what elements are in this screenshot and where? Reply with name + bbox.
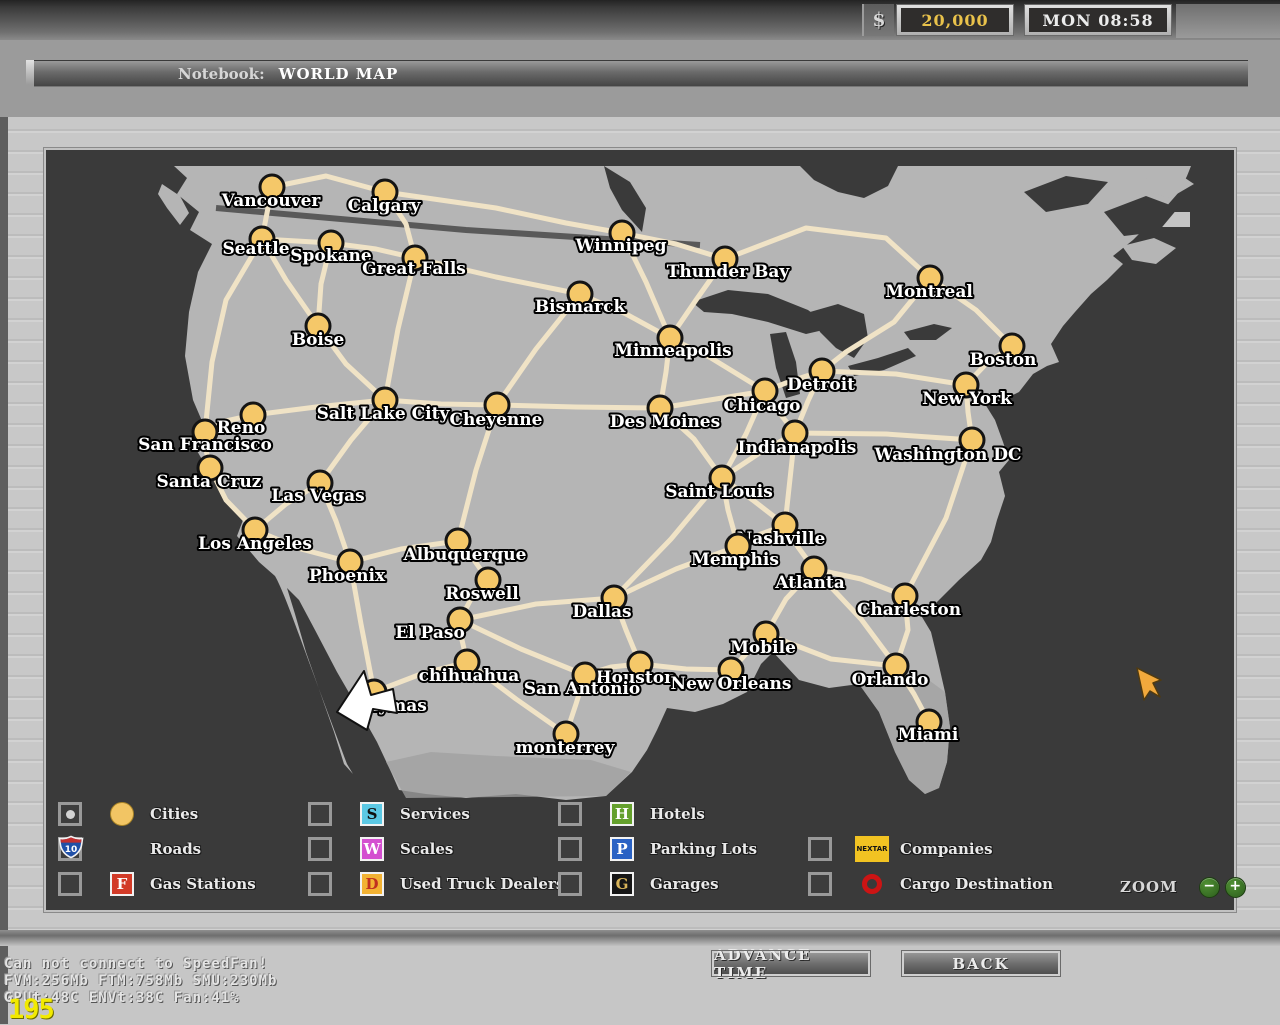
checkbox-scales[interactable] [308, 837, 332, 861]
legend-icon-slot: D [354, 872, 390, 896]
legend-item-cities: Cities [58, 800, 198, 828]
checkbox-cargo-destination[interactable] [808, 872, 832, 896]
legend-icon-slot: S [354, 802, 390, 826]
legend-item-services: S Services [308, 800, 470, 828]
legend-label-cities: Cities [150, 805, 198, 823]
legend-item-parking-lots: P Parking Lots [558, 835, 757, 863]
legend-item-garages: G Garages [558, 870, 719, 898]
legend-label-hotels: Hotels [650, 805, 705, 823]
notebook-header-bar: Notebook: WORLD MAP [34, 60, 1248, 87]
legend-icon-slot: P [604, 837, 640, 861]
legend-item-scales: W Scales [308, 835, 453, 863]
legend-icon-slot: H [604, 802, 640, 826]
zoom-label: ZOOM [1120, 878, 1178, 896]
debug-line-2: FVM:256Mb FTM:758Mb SMU:230Mb [4, 973, 277, 989]
top-hud-bar: $ 20,000 MON 08:58 [0, 0, 1280, 40]
legend-item-used-truck-dealers: D Used Truck Dealers [308, 870, 564, 898]
legend-label-garages: Garages [650, 875, 719, 893]
legend-item-cargo-destination: Cargo Destination [808, 870, 1053, 898]
nextar-logo-icon: NEXTAR [855, 836, 889, 862]
checkbox-garages[interactable] [558, 872, 582, 896]
cargo-ring-icon [862, 874, 882, 894]
legend-label-used-truck-dealers: Used Truck Dealers [400, 875, 564, 893]
world-map-panel[interactable]: VancouverCalgarySeattleSpokaneGreat Fall… [44, 148, 1236, 912]
legend-icon-slot: NEXTAR [854, 836, 890, 862]
hotel-icon: H [610, 802, 634, 826]
legend-icon-slot [854, 874, 890, 894]
back-button[interactable]: BACK [902, 951, 1060, 976]
interstate-shield-icon: 10 [58, 835, 84, 859]
scales-icon: W [360, 837, 384, 861]
legend-icon-slot [104, 802, 140, 826]
checkbox-companies[interactable] [808, 837, 832, 861]
legend-item-gas-stations: F Gas Stations [58, 870, 256, 898]
legend-label-companies: Companies [900, 840, 993, 858]
parking-icon: P [610, 837, 634, 861]
legend-label-parking-lots: Parking Lots [650, 840, 757, 858]
dollar-icon: $ [862, 4, 894, 36]
legend-label-cargo-destination: Cargo Destination [900, 875, 1053, 893]
bottom-divider [0, 930, 1280, 946]
checkbox-checked-dot [66, 810, 75, 819]
legend-item-roads: 10 Roads [58, 835, 201, 863]
top-bar-right-tab [1176, 4, 1280, 38]
page-title: WORLD MAP [279, 65, 399, 83]
money-value: 20,000 [921, 11, 988, 30]
legend-icon-slot: F [104, 872, 140, 896]
garage-icon: G [610, 872, 634, 896]
checkbox-used-truck-dealers[interactable] [308, 872, 332, 896]
datetime-value: MON 08:58 [1042, 11, 1153, 30]
legend-icon-slot: G [604, 872, 640, 896]
fuel-icon: F [110, 872, 134, 896]
svg-text:10: 10 [65, 845, 78, 855]
notebook-label: Notebook: [178, 65, 265, 83]
money-panel: 20,000 [896, 4, 1014, 36]
dealer-icon: D [360, 872, 384, 896]
checkbox-hotels[interactable] [558, 802, 582, 826]
legend-label-roads: Roads [150, 840, 201, 858]
checkbox-gas-stations[interactable] [58, 872, 82, 896]
checkbox-services[interactable] [308, 802, 332, 826]
time-panel: MON 08:58 [1024, 4, 1172, 36]
services-icon: S [360, 802, 384, 826]
map-legend: Cities 10 Roads F Gas Stations S Services W Scal… [46, 150, 1234, 910]
legend-icon-slot: W [354, 837, 390, 861]
legend-item-companies: NEXTAR Companies [808, 835, 993, 863]
advance-time-button[interactable]: ADVANCE TIME [712, 951, 870, 976]
debug-line-1: Can not connect to SpeedFan! [4, 956, 268, 972]
legend-label-services: Services [400, 805, 470, 823]
fps-counter: 195 [8, 994, 54, 1025]
left-edge-strip [0, 8, 8, 1024]
legend-item-hotels: H Hotels [558, 800, 705, 828]
notebook-bar-cap [26, 60, 34, 85]
zoom-control: ZOOM − + [1120, 874, 1246, 900]
legend-label-scales: Scales [400, 840, 453, 858]
legend-label-gas-stations: Gas Stations [150, 875, 256, 893]
checkbox-parking-lots[interactable] [558, 837, 582, 861]
checkbox-cities[interactable] [58, 802, 82, 826]
city-dot-icon [110, 802, 134, 826]
zoom-in-button[interactable]: + [1225, 877, 1246, 898]
zoom-out-button[interactable]: − [1199, 877, 1220, 898]
